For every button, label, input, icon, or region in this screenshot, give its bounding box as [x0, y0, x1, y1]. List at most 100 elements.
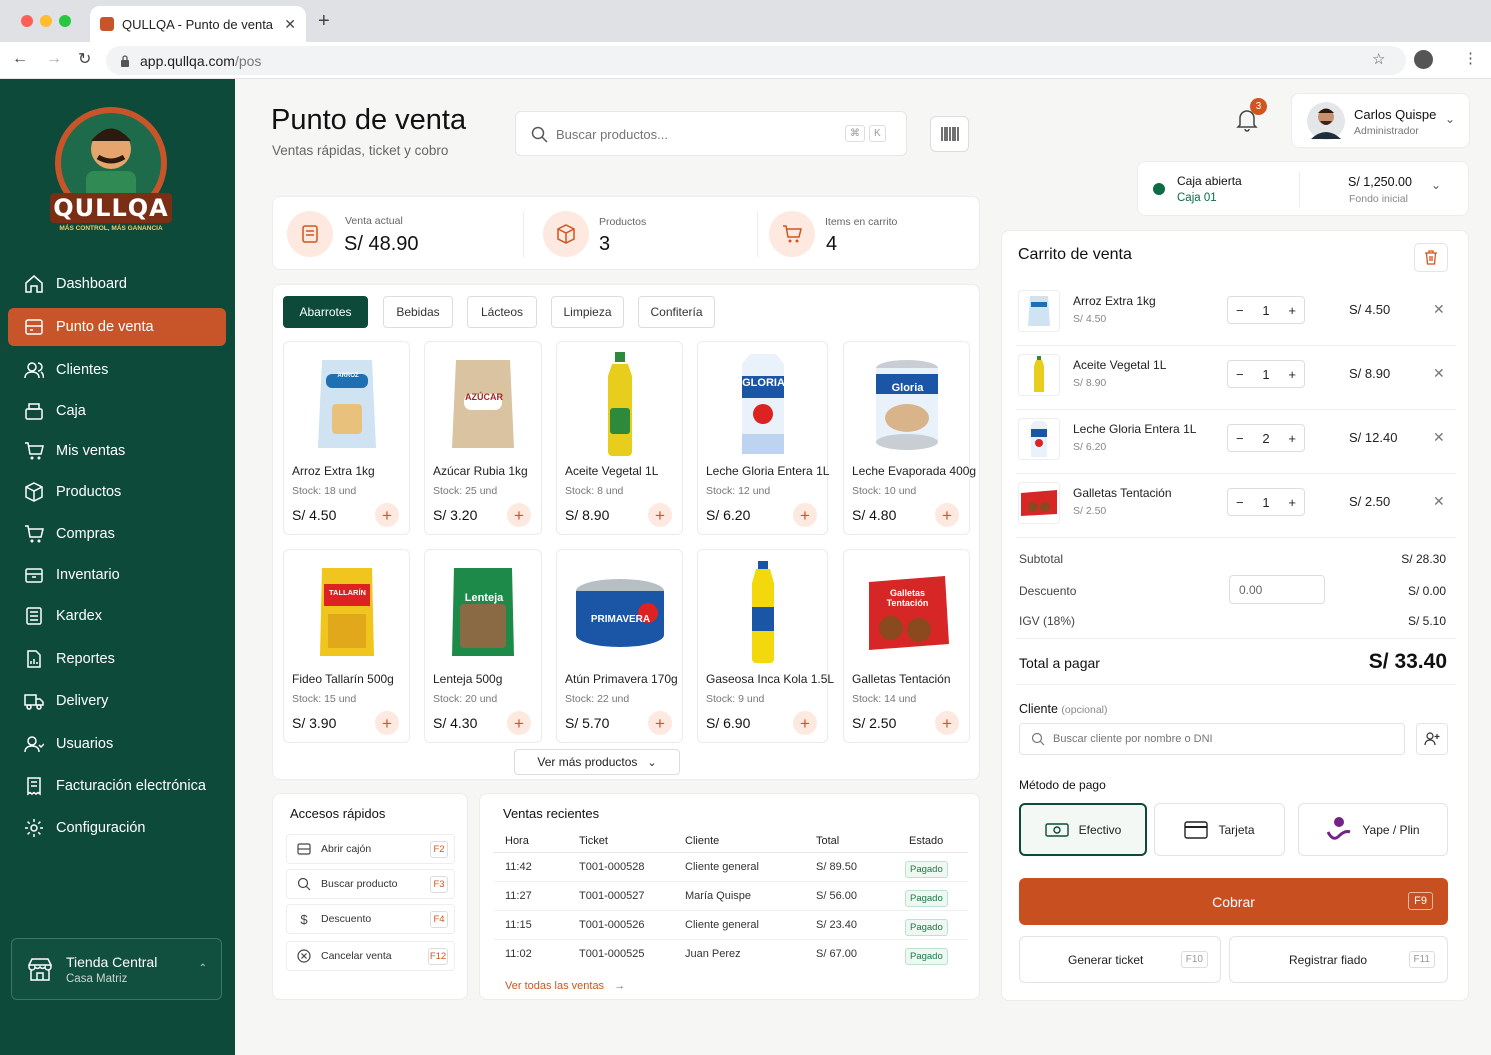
bookmark-star-icon[interactable]: ☆	[1372, 50, 1385, 68]
add-to-cart-button[interactable]: +	[793, 503, 817, 527]
store-selector[interactable]: Tienda Central Casa Matriz ⌃	[11, 938, 222, 1000]
generate-ticket-button[interactable]: Generar ticket F10	[1019, 936, 1221, 983]
sidebar-item-compras[interactable]: Compras	[8, 515, 226, 553]
sidebar-item-punto-de-venta[interactable]: Punto de venta	[8, 308, 226, 346]
browser-menu-icon[interactable]: ⋮	[1463, 49, 1478, 67]
product-card[interactable]: Aceite Vegetal 1L Stock: 8 und S/ 8.90 +	[556, 341, 683, 535]
quantity-value[interactable]: 1	[1262, 495, 1269, 510]
tab-limpieza[interactable]: Limpieza	[551, 296, 624, 328]
product-card[interactable]: PRIMAVERA Atún Primavera 170g Stock: 22 …	[556, 549, 683, 743]
brand-logo[interactable]: QULLQA MÁS CONTROL, MÁS GANANCIA	[46, 101, 176, 241]
minus-button[interactable]: −	[1236, 303, 1244, 318]
table-row[interactable]: 11:27 T001-000527 María Quispe S/ 56.00 …	[494, 882, 968, 911]
add-to-cart-button[interactable]: +	[935, 711, 959, 735]
quick-open-drawer[interactable]: Abrir cajón F2	[286, 834, 455, 864]
quantity-stepper[interactable]: − 1 +	[1227, 360, 1305, 388]
minus-button[interactable]: −	[1236, 431, 1244, 446]
back-icon[interactable]: ←	[12, 50, 28, 68]
add-to-cart-button[interactable]: +	[507, 503, 531, 527]
minus-button[interactable]: −	[1236, 495, 1244, 510]
plus-button[interactable]: +	[1288, 495, 1296, 510]
payment-card-button[interactable]: Tarjeta	[1154, 803, 1285, 856]
minus-button[interactable]: −	[1236, 367, 1244, 382]
charge-button[interactable]: Cobrar F9	[1019, 878, 1448, 925]
table-row[interactable]: 11:02 T001-000525 Juan Perez S/ 67.00 Pa…	[494, 940, 968, 969]
sidebar-item-caja[interactable]: Caja	[8, 392, 226, 430]
tab-lacteos[interactable]: Lácteos	[467, 296, 537, 328]
url-field[interactable]: app.qullqa.com/pos	[106, 46, 1406, 75]
payment-cash-button[interactable]: Efectivo	[1019, 803, 1147, 856]
sidebar-item-configuracion[interactable]: Configuración	[8, 809, 226, 847]
product-card[interactable]: TALLARÍN Fideo Tallarín 500g Stock: 15 u…	[283, 549, 410, 743]
product-card[interactable]: ARROZ Arroz Extra 1kg Stock: 18 und S/ 4…	[283, 341, 410, 535]
register-credit-button[interactable]: Registrar fiado F11	[1229, 936, 1448, 983]
client-search[interactable]	[1019, 723, 1405, 755]
table-row[interactable]: 11:42 T001-000528 Cliente general S/ 89.…	[494, 853, 968, 882]
product-card[interactable]: Galletas Tentación Galletas Tentación St…	[843, 549, 970, 743]
plus-button[interactable]: +	[1288, 431, 1296, 446]
notifications-button[interactable]: 3	[1234, 98, 1267, 134]
add-to-cart-button[interactable]: +	[793, 711, 817, 735]
add-to-cart-button[interactable]: +	[648, 711, 672, 735]
product-card[interactable]: Lenteja Lenteja 500g Stock: 20 und S/ 4.…	[424, 549, 542, 743]
discount-input[interactable]: 0.00	[1229, 575, 1325, 604]
quantity-value[interactable]: 1	[1262, 367, 1269, 382]
forward-icon[interactable]: →	[46, 50, 62, 68]
add-to-cart-button[interactable]: +	[648, 503, 672, 527]
browser-tab[interactable]: QULLQA - Punto de venta ✕	[90, 6, 306, 42]
sidebar-item-usuarios[interactable]: Usuarios	[8, 725, 226, 763]
quick-discount[interactable]: $ Descuento F4	[286, 904, 455, 934]
product-card[interactable]: Gloria Leche Evaporada 400g Stock: 10 un…	[843, 341, 976, 535]
add-to-cart-button[interactable]: +	[375, 711, 399, 735]
add-client-button[interactable]	[1416, 723, 1448, 755]
tab-abarrotes[interactable]: Abarrotes	[283, 296, 368, 328]
sidebar-item-kardex[interactable]: Kardex	[8, 597, 226, 635]
barcode-button[interactable]	[930, 116, 969, 152]
plus-button[interactable]: +	[1288, 303, 1296, 318]
view-all-sales-link[interactable]: Ver todas las ventas →	[505, 980, 625, 992]
sidebar-item-dashboard[interactable]: Dashboard	[8, 265, 226, 303]
remove-item-icon[interactable]: ✕	[1433, 365, 1445, 382]
quantity-stepper[interactable]: − 2 +	[1227, 424, 1305, 452]
minimize-window-button[interactable]	[40, 15, 52, 27]
quantity-value[interactable]: 2	[1262, 431, 1269, 446]
quantity-stepper[interactable]: − 1 +	[1227, 296, 1305, 324]
add-to-cart-button[interactable]: +	[375, 503, 399, 527]
product-card[interactable]: GLORIA Leche Gloria Entera 1L Stock: 12 …	[697, 341, 829, 535]
add-to-cart-button[interactable]: +	[935, 503, 959, 527]
remove-item-icon[interactable]: ✕	[1433, 301, 1445, 318]
profile-icon[interactable]	[1414, 50, 1433, 69]
maximize-window-button[interactable]	[59, 15, 71, 27]
add-to-cart-button[interactable]: +	[507, 711, 531, 735]
payment-yape-button[interactable]: Yape / Plin	[1298, 803, 1448, 856]
quantity-stepper[interactable]: − 1 +	[1227, 488, 1305, 516]
quantity-value[interactable]: 1	[1262, 303, 1269, 318]
sidebar-item-inventario[interactable]: Inventario	[8, 556, 226, 594]
quick-cancel-sale[interactable]: Cancelar venta F12	[286, 941, 455, 971]
sidebar-item-mis-ventas[interactable]: Mis ventas	[8, 432, 226, 470]
sidebar-item-facturacion[interactable]: Facturación electrónica	[8, 767, 226, 805]
reload-icon[interactable]: ↻	[78, 49, 91, 69]
sidebar-item-clientes[interactable]: Clientes	[8, 351, 226, 389]
close-tab-icon[interactable]: ✕	[284, 16, 296, 33]
clear-cart-button[interactable]	[1414, 243, 1448, 272]
client-search-input[interactable]	[1053, 733, 1404, 745]
tab-confiteria[interactable]: Confitería	[638, 296, 715, 328]
new-tab-button[interactable]: +	[318, 10, 330, 33]
product-card[interactable]: Gaseosa Inca Kola 1.5L Stock: 9 und S/ 6…	[697, 549, 834, 743]
table-row[interactable]: 11:15 T001-000526 Cliente general S/ 23.…	[494, 911, 968, 940]
tab-bebidas[interactable]: Bebidas	[383, 296, 453, 328]
more-products-button[interactable]: Ver más productos ⌄	[514, 749, 680, 775]
plus-button[interactable]: +	[1288, 367, 1296, 382]
cashbox-status[interactable]: Caja abierta Caja 01 S/ 1,250.00 Fondo i…	[1137, 161, 1469, 216]
sidebar-item-productos[interactable]: Productos	[8, 473, 226, 511]
close-window-button[interactable]	[21, 15, 33, 27]
sidebar-item-delivery[interactable]: Delivery	[8, 682, 226, 720]
product-search[interactable]: ⌘ K	[515, 111, 907, 156]
search-input[interactable]	[556, 124, 836, 144]
user-menu[interactable]: Carlos Quispe Administrador ⌄	[1291, 93, 1470, 148]
sidebar-item-reportes[interactable]: Reportes	[8, 640, 226, 678]
quick-search-product[interactable]: Buscar producto F3	[286, 869, 455, 899]
remove-item-icon[interactable]: ✕	[1433, 429, 1445, 446]
remove-item-icon[interactable]: ✕	[1433, 493, 1445, 510]
